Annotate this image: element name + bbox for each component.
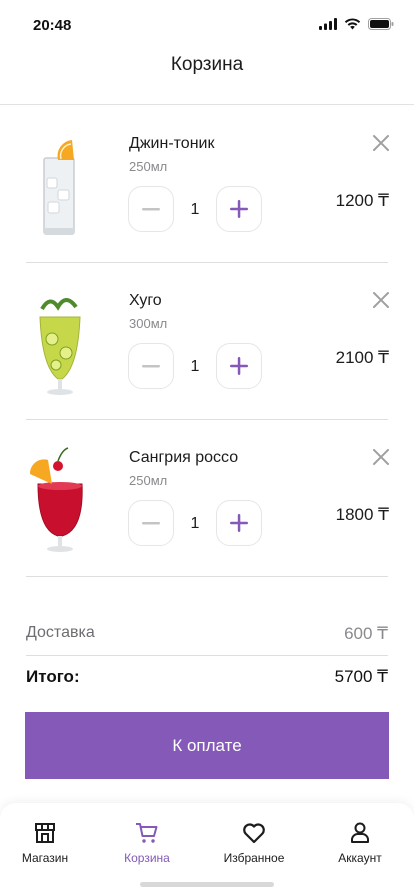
minus-icon	[142, 522, 160, 525]
item-quantity: 1	[190, 358, 200, 375]
increase-quantity-button[interactable]	[216, 500, 262, 546]
tab-store[interactable]: Магазин	[0, 821, 95, 865]
signal-icon	[319, 18, 337, 30]
header-divider	[0, 104, 414, 105]
sangria-icon	[29, 447, 83, 552]
wifi-icon	[344, 18, 361, 30]
total-row: Итого: 5700 ₸	[26, 667, 388, 687]
plus-icon	[230, 357, 248, 375]
item-volume: 250мл	[129, 473, 168, 488]
decrease-quantity-button[interactable]	[128, 343, 174, 389]
item-price: 1800 ₸	[335, 505, 389, 524]
cart-item: Сангрия россо 250мл 1 1800 ₸	[0, 420, 414, 577]
tab-label: Аккаунт	[338, 851, 382, 865]
checkout-button[interactable]: К оплате	[25, 712, 389, 779]
delivery-value: 600 ₸	[344, 624, 388, 643]
decrease-quantity-button[interactable]	[128, 500, 174, 546]
item-volume: 300мл	[129, 316, 168, 331]
page-title: Корзина	[170, 54, 244, 75]
delivery-label: Доставка	[26, 624, 95, 641]
decrease-quantity-button[interactable]	[128, 186, 174, 232]
status-bar: 20:48	[0, 0, 414, 50]
item-quantity: 1	[190, 515, 200, 532]
item-price: 2100 ₸	[335, 348, 389, 367]
delivery-row: Доставка 600 ₸	[26, 624, 388, 644]
plus-icon	[230, 514, 248, 532]
tab-label: Избранное	[223, 851, 285, 865]
remove-item-close-icon[interactable]	[372, 291, 390, 309]
heart-icon	[243, 823, 265, 844]
tab-cart[interactable]: Корзина	[97, 821, 197, 865]
gin-tonic-icon	[43, 140, 75, 235]
tab-label: Корзина	[124, 851, 170, 865]
cart-item: Хуго 300мл 1 2100 ₸	[0, 263, 414, 420]
minus-icon	[142, 365, 160, 368]
summary-divider	[26, 655, 388, 656]
tab-account[interactable]: Аккаунт	[310, 821, 410, 865]
item-price: 1200 ₸	[335, 191, 389, 210]
tab-favorites[interactable]: Избранное	[204, 821, 304, 865]
item-name: Хуго	[129, 292, 162, 309]
home-indicator	[140, 882, 274, 887]
total-label: Итого:	[26, 667, 80, 686]
minus-icon	[142, 208, 160, 211]
cart-item: Джин-тоник 250мл 1 1200 ₸	[0, 106, 414, 263]
battery-icon	[368, 18, 394, 30]
store-icon	[35, 823, 55, 843]
plus-icon	[230, 200, 248, 218]
remove-item-close-icon[interactable]	[372, 134, 390, 152]
item-divider	[26, 576, 388, 577]
item-quantity: 1	[190, 201, 200, 218]
status-icons	[319, 18, 394, 30]
status-time: 20:48	[33, 17, 72, 34]
total-value: 5700 ₸	[334, 667, 388, 686]
item-name: Сангрия россо	[129, 449, 239, 466]
cart-icon	[136, 823, 158, 843]
item-name: Джин-тоник	[129, 135, 215, 152]
increase-quantity-button[interactable]	[216, 186, 262, 232]
user-icon	[351, 822, 369, 843]
item-volume: 250мл	[129, 159, 168, 174]
hugo-cocktail-icon	[39, 298, 81, 395]
tab-label: Магазин	[21, 851, 69, 865]
remove-item-close-icon[interactable]	[372, 448, 390, 466]
increase-quantity-button[interactable]	[216, 343, 262, 389]
